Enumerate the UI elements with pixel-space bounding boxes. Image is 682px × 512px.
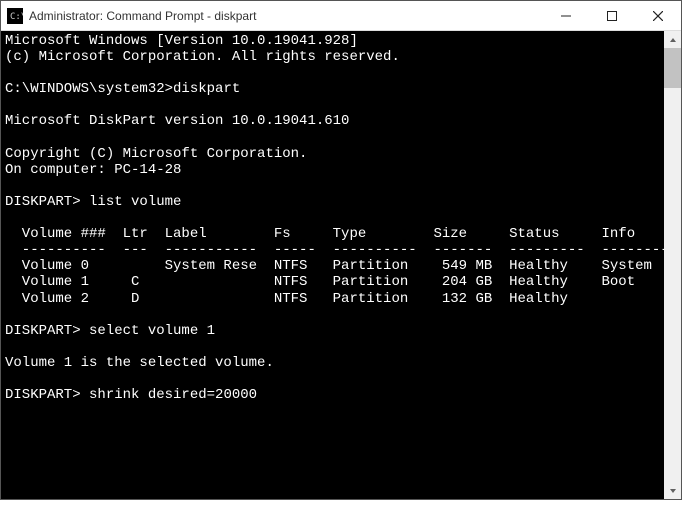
line-selected-volume: Volume 1 is the selected volume.	[5, 355, 274, 371]
prompt-diskpart: DISKPART>	[5, 194, 89, 210]
cmd-select-volume: select volume 1	[89, 323, 215, 339]
line-on-computer: On computer: PC-14-28	[5, 162, 181, 178]
close-button[interactable]	[635, 1, 681, 31]
scroll-thumb[interactable]	[664, 48, 681, 88]
vertical-scrollbar[interactable]	[664, 31, 681, 499]
minimize-button[interactable]	[543, 1, 589, 31]
titlebar[interactable]: C:\ Administrator: Command Prompt - disk…	[1, 1, 681, 31]
cmd-list-volume: list volume	[89, 194, 181, 210]
table-row: Volume 1 C NTFS Partition 204 GB Healthy…	[5, 274, 635, 290]
prompt-path: C:\WINDOWS\system32>	[5, 81, 173, 97]
cmd-icon: C:\	[7, 8, 23, 24]
window-title: Administrator: Command Prompt - diskpart	[29, 9, 543, 23]
window-controls	[543, 1, 681, 31]
line-copyright: (c) Microsoft Corporation. All rights re…	[5, 49, 400, 65]
cmd-diskpart: diskpart	[173, 81, 240, 97]
maximize-button[interactable]	[589, 1, 635, 31]
svg-text:C:\: C:\	[10, 12, 23, 22]
scroll-down-button[interactable]	[664, 482, 681, 499]
table-row: Volume 2 D NTFS Partition 132 GB Healthy	[5, 291, 568, 307]
table-header: Volume ### Ltr Label Fs Type Size Status…	[5, 226, 635, 242]
scroll-up-button[interactable]	[664, 31, 681, 48]
line-winver: Microsoft Windows [Version 10.0.19041.92…	[5, 33, 358, 49]
line-copyright-ms: Copyright (C) Microsoft Corporation.	[5, 146, 307, 162]
line-diskpart-version: Microsoft DiskPart version 10.0.19041.61…	[5, 113, 349, 129]
table-divider: ---------- --- ----------- ----- -------…	[5, 242, 664, 258]
cmd-shrink: shrink desired=20000	[89, 387, 257, 403]
table-row: Volume 0 System Rese NTFS Partition 549 …	[5, 258, 652, 274]
scroll-track[interactable]	[664, 48, 681, 482]
prompt-diskpart: DISKPART>	[5, 323, 89, 339]
terminal-output[interactable]: Microsoft Windows [Version 10.0.19041.92…	[1, 31, 664, 499]
terminal-area: Microsoft Windows [Version 10.0.19041.92…	[1, 31, 681, 499]
window-frame: C:\ Administrator: Command Prompt - disk…	[0, 0, 682, 500]
prompt-diskpart: DISKPART>	[5, 387, 89, 403]
